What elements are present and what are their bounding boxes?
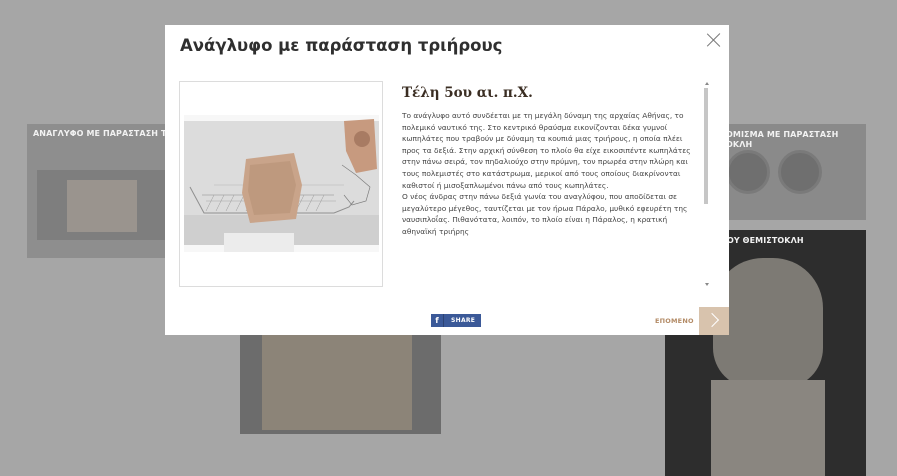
facebook-icon: f: [431, 314, 444, 327]
description-scroll-area[interactable]: Τέλη 5ου αι. π.Χ. Το ανάγλυφο αυτό συνδέ…: [402, 81, 702, 287]
gallery-card-caption: ΑΝΑΓΛΥΦΟ ΜΕ ΠΑΡΑΣΤΑΣΗ Τ: [33, 129, 167, 138]
gallery-card-caption: ΟΜΙΣΜΑ ΜΕ ΠΑΡΑΣΤΑΣΗ ΟΚΛΗ: [726, 130, 839, 149]
description-paragraph: Ο νέος άνδρας στην πάνω δεξιά γωνία του …: [402, 192, 688, 236]
gallery-card-relief[interactable]: ΑΝΑΓΛΥΦΟ ΜΕ ΠΑΡΑΣΤΑΣΗ Τ: [27, 124, 177, 258]
modal-title: Ανάγλυφο με παράσταση τριήρους: [180, 36, 503, 55]
artifact-modal: Ανάγλυφο με παράσταση τριήρους Τέλη 5ου …: [165, 25, 729, 335]
gallery-card-caption: ΟΥ ΘΕΜΙΣΤΟΚΛΗ: [727, 236, 804, 245]
gallery-card-stele[interactable]: [240, 334, 441, 434]
coin-image: [726, 150, 770, 194]
description-paragraph: Το ανάγλυφο αυτό συνδέεται με τη μεγάλη …: [402, 111, 691, 190]
scroll-down-arrow-icon[interactable]: [705, 283, 709, 286]
bust-base: [711, 380, 825, 476]
trireme-relief-image: [184, 115, 379, 252]
scroll-up-arrow-icon[interactable]: [705, 82, 709, 85]
next-link[interactable]: ΕΠΟΜΕΝΟ: [655, 317, 694, 325]
scrollbar-thumb[interactable]: [704, 88, 708, 204]
scrollbar[interactable]: [704, 82, 710, 286]
artifact-image-frame: [179, 81, 383, 287]
share-button-label: SHARE: [451, 317, 476, 324]
facebook-share-button[interactable]: f SHARE: [431, 314, 481, 327]
coin-image: [778, 150, 822, 194]
gallery-card-thumbnail: [37, 170, 177, 240]
artifact-description: Το ανάγλυφο αυτό συνδέεται με τη μεγάλη …: [402, 110, 702, 238]
date-heading: Τέλη 5ου αι. π.Χ.: [402, 85, 533, 101]
gallery-card-thumbnail: [262, 334, 412, 430]
next-button[interactable]: [699, 307, 729, 335]
bust-image: [713, 258, 823, 388]
chevron-right-icon: [704, 312, 720, 328]
close-icon[interactable]: [705, 31, 723, 49]
